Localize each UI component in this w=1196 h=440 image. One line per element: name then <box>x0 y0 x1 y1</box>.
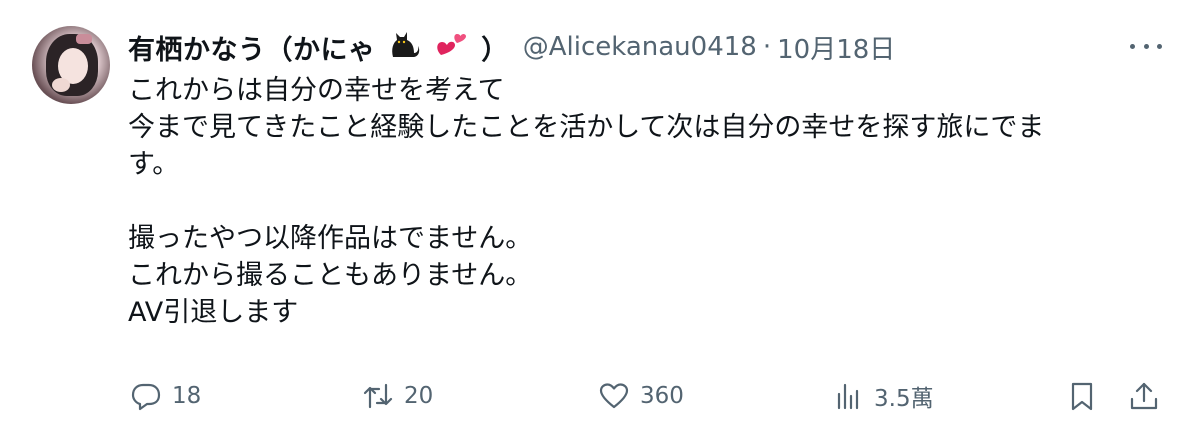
share-button[interactable] <box>1128 374 1160 418</box>
reply-icon <box>131 383 161 411</box>
reply-count: 18 <box>172 383 202 409</box>
retweet-icon <box>363 383 393 409</box>
separator-dot: · <box>762 32 772 62</box>
more-options-icon[interactable] <box>1130 36 1162 56</box>
share-icon <box>1130 382 1158 410</box>
tweet-card: 有栖かなう（かにゃ ） @Alicekanau0418 · 10月18日 これか… <box>0 0 1196 440</box>
avatar[interactable] <box>32 26 110 104</box>
retweet-count: 20 <box>404 383 434 409</box>
cat-icon <box>387 29 421 59</box>
heart-icon <box>599 383 629 409</box>
display-name-close: ） <box>481 34 509 66</box>
tweet-header: 有栖かなう（かにゃ ） @Alicekanau0418 · 10月18日 <box>128 27 895 67</box>
tweet-text: これからは自分の幸せを考えて 今まで見てきたこと経験したことを活かして次は自分の… <box>128 72 1168 331</box>
tweet-text-line: AV引退します <box>128 297 299 328</box>
hearts-icon <box>435 29 469 59</box>
more-dot <box>1143 43 1149 49</box>
more-dot <box>1157 43 1162 49</box>
views-count: 3.5萬 <box>874 386 934 412</box>
bookmark-icon <box>1071 382 1093 411</box>
reply-button[interactable]: 18 <box>130 374 201 418</box>
like-button[interactable]: 360 <box>598 374 684 418</box>
action-bar: 18 20 360 3.5萬 <box>0 374 1196 418</box>
tweet-text-line: これからは自分の幸せを考えて <box>128 75 505 106</box>
tweet-text-line: 撮ったやつ以降作品はでません。 <box>128 223 533 254</box>
display-name[interactable]: 有栖かなう（かにゃ ） <box>128 28 509 67</box>
avatar-bow <box>76 34 92 44</box>
more-dot <box>1130 43 1135 49</box>
retweet-button[interactable]: 20 <box>362 374 433 418</box>
tweet-text-line: 今まで見てきたこと経験したことを活かして次は自分の幸せを探す旅にでま <box>128 112 1045 143</box>
bookmark-button[interactable] <box>1066 374 1098 418</box>
user-handle[interactable]: @Alicekanau0418 <box>523 32 757 62</box>
like-count: 360 <box>640 383 684 409</box>
tweet-text-line: これから撮ることもありません。 <box>128 260 533 291</box>
views-button[interactable]: 3.5萬 <box>832 374 934 418</box>
tweet-text-line <box>128 183 1168 220</box>
avatar-hand <box>52 78 70 92</box>
analytics-icon <box>837 383 859 410</box>
tweet-date[interactable]: 10月18日 <box>777 29 895 66</box>
tweet-text-line: す。 <box>128 149 180 180</box>
display-name-text: 有栖かなう（かにゃ <box>128 34 376 66</box>
